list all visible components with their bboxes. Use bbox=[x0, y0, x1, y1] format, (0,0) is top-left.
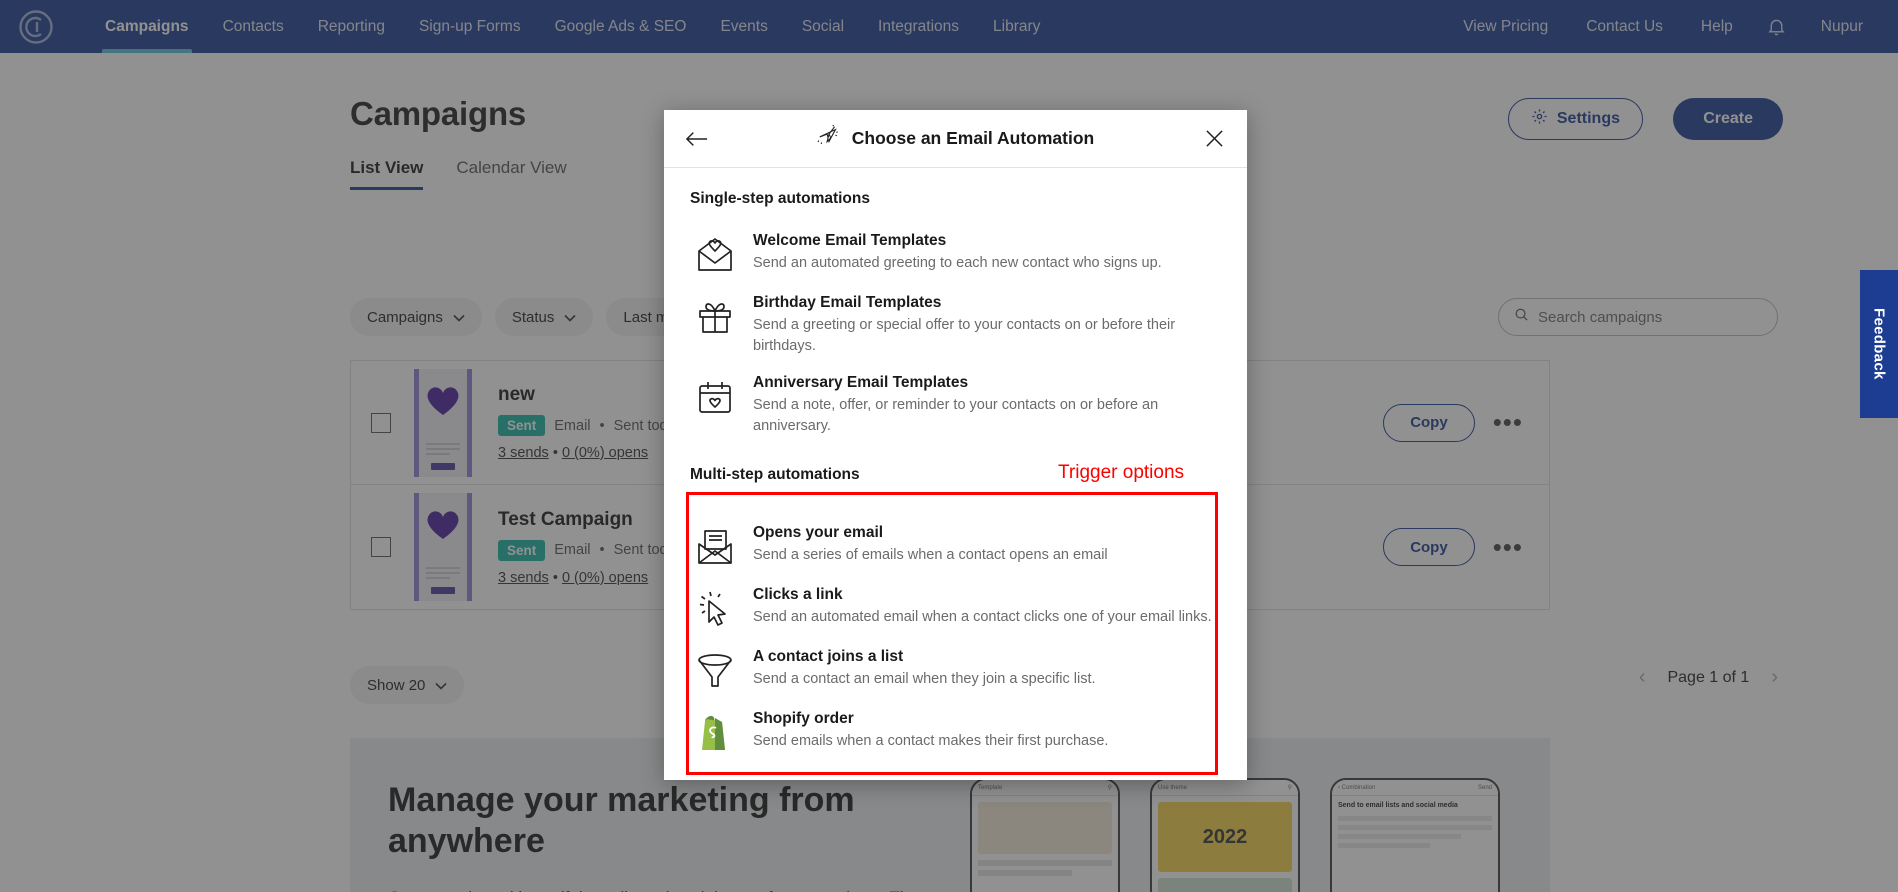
single-step-heading: Single-step automations bbox=[690, 190, 870, 207]
option-title: Opens your email bbox=[753, 524, 884, 542]
option-title: Shopify order bbox=[753, 710, 854, 728]
gift-icon bbox=[694, 296, 736, 338]
option-text: Birthday Email Templates Send a greeting… bbox=[753, 294, 1217, 356]
feedback-tab[interactable]: Feedback bbox=[1860, 270, 1898, 418]
calendar-heart-icon bbox=[694, 376, 736, 418]
open-envelope-icon bbox=[694, 526, 736, 568]
option-title: Clicks a link bbox=[753, 586, 843, 604]
option-birthday-email-templates[interactable]: Birthday Email Templates Send a greeting… bbox=[688, 286, 1223, 366]
modal-title: Choose an Email Automation bbox=[851, 128, 1095, 148]
option-text: Shopify order Send emails when a contact… bbox=[753, 710, 1108, 752]
option-description: Send emails when a contact makes their f… bbox=[753, 733, 1109, 750]
option-text: Welcome Email Templates Send an automate… bbox=[753, 232, 1162, 274]
modal-title-wrapper: Choose an Email Automation bbox=[664, 124, 1247, 153]
click-cursor-icon bbox=[694, 588, 736, 630]
feedback-tab-label: Feedback bbox=[1870, 308, 1888, 380]
paper-plane-confetti-icon bbox=[817, 124, 841, 153]
choose-email-automation-modal: Choose an Email Automation Single-step a… bbox=[664, 110, 1247, 781]
envelope-heart-icon bbox=[694, 234, 736, 276]
option-title: Anniversary Email Templates bbox=[753, 374, 969, 392]
option-clicks-a-link[interactable]: Clicks a link Send an automated email wh… bbox=[688, 578, 1223, 640]
screen-root: Campaigns Contacts Reporting Sign-up For… bbox=[0, 0, 1898, 892]
option-title: A contact joins a list bbox=[753, 648, 904, 666]
shopify-bag-icon bbox=[694, 712, 736, 754]
back-arrow-icon[interactable] bbox=[682, 124, 712, 154]
option-anniversary-email-templates[interactable]: Anniversary Email Templates Send a note,… bbox=[688, 366, 1223, 446]
option-welcome-email-templates[interactable]: Welcome Email Templates Send an automate… bbox=[688, 224, 1223, 286]
option-description: Send a series of emails when a contact o… bbox=[753, 547, 1108, 564]
option-text: A contact joins a list Send a contact an… bbox=[753, 648, 1096, 690]
trigger-options-annotation-label: Trigger options bbox=[1058, 462, 1185, 483]
option-description: Send a greeting or special offer to your… bbox=[753, 317, 1176, 354]
option-description: Send a note, offer, or reminder to your … bbox=[753, 397, 1159, 434]
option-text: Clicks a link Send an automated email wh… bbox=[753, 586, 1212, 628]
option-description: Send an automated email when a contact c… bbox=[753, 609, 1212, 626]
option-contact-joins-a-list[interactable]: A contact joins a list Send a contact an… bbox=[688, 640, 1223, 702]
option-description: Send an automated greeting to each new c… bbox=[753, 255, 1162, 271]
close-icon[interactable] bbox=[1199, 124, 1229, 154]
modal-header: Choose an Email Automation bbox=[664, 110, 1247, 168]
option-title: Welcome Email Templates bbox=[753, 232, 947, 249]
option-title: Birthday Email Templates bbox=[753, 294, 942, 311]
option-shopify-order[interactable]: Shopify order Send emails when a contact… bbox=[688, 702, 1223, 764]
option-description: Send a contact an email when they join a… bbox=[753, 671, 1096, 688]
option-opens-your-email[interactable]: Opens your email Send a series of emails… bbox=[688, 516, 1223, 578]
option-text: Anniversary Email Templates Send a note,… bbox=[753, 374, 1217, 436]
option-text: Opens your email Send a series of emails… bbox=[753, 524, 1108, 566]
funnel-icon bbox=[694, 650, 736, 692]
